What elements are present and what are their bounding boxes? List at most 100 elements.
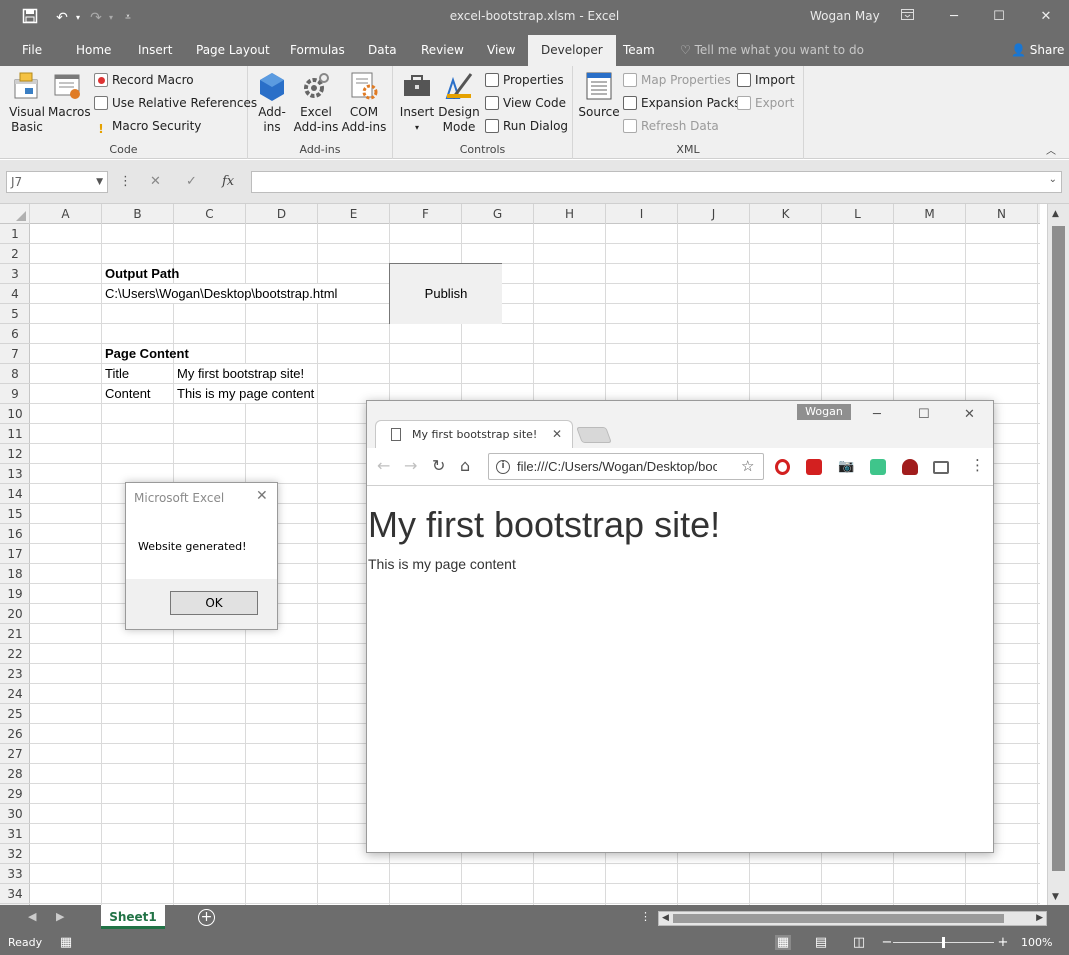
vertical-scroll-thumb[interactable]	[1052, 226, 1065, 871]
com-addins-button[interactable]: COM Add-ins	[340, 70, 388, 135]
chair-extension-icon[interactable]	[902, 459, 918, 475]
macro-recording-icon[interactable]: ▦	[58, 935, 74, 950]
column-header-b[interactable]: B	[102, 204, 174, 224]
zoom-in-icon[interactable]: +	[995, 935, 1011, 950]
zoom-level[interactable]: 100%	[1021, 936, 1052, 949]
forward-icon[interactable]: →	[404, 456, 417, 475]
row-header-32[interactable]: 32	[0, 844, 30, 864]
row-header-27[interactable]: 27	[0, 744, 30, 764]
column-header-l[interactable]: L	[822, 204, 894, 224]
scroll-down-icon[interactable]: ▼	[1052, 892, 1059, 902]
page-break-view-icon[interactable]: ◫	[851, 935, 867, 950]
enter-icon[interactable]: ✓	[186, 171, 197, 193]
sheet-tab-sheet1[interactable]: Sheet1	[101, 905, 165, 929]
back-icon[interactable]: ←	[377, 456, 390, 475]
vertical-scrollbar[interactable]: ▲ ▼	[1047, 204, 1069, 905]
row-header-23[interactable]: 23	[0, 664, 30, 684]
addins-button[interactable]: Add-ins	[254, 70, 290, 135]
reload-icon[interactable]: ↻	[432, 456, 445, 475]
refresh-data-button[interactable]: Refresh Data	[623, 116, 719, 136]
expand-formula-bar-icon[interactable]: ⌄	[1049, 174, 1057, 185]
tab-home[interactable]: Home	[74, 35, 113, 66]
view-code-button[interactable]: View Code	[485, 93, 566, 113]
tab-file[interactable]: File	[20, 35, 44, 66]
visual-basic-button[interactable]: Visual Basic	[4, 70, 50, 135]
browser-tab[interactable]: My first bootstrap site! ✕	[375, 420, 573, 449]
properties-button[interactable]: Properties	[485, 70, 564, 90]
row-header-25[interactable]: 25	[0, 704, 30, 724]
use-relative-references-button[interactable]: Use Relative References	[94, 93, 257, 113]
expansion-packs-button[interactable]: Expansion Packs	[623, 93, 740, 113]
record-macro-button[interactable]: Record Macro	[94, 70, 194, 90]
browser-maximize-icon[interactable]: ☐	[918, 407, 930, 422]
row-header-28[interactable]: 28	[0, 764, 30, 784]
more-options-icon[interactable]: ⋮	[119, 171, 132, 193]
row-header-19[interactable]: 19	[0, 584, 30, 604]
column-header-d[interactable]: D	[246, 204, 318, 224]
browser-menu-icon[interactable]: ⋮	[970, 456, 985, 474]
row-header-21[interactable]: 21	[0, 624, 30, 644]
row-header-4[interactable]: 4	[0, 284, 30, 304]
bookmark-star-icon[interactable]: ☆	[741, 457, 754, 475]
tab-formulas[interactable]: Formulas	[288, 35, 347, 66]
minimize-icon[interactable]: ─	[940, 4, 968, 30]
horizontal-scroll-thumb[interactable]	[673, 914, 1004, 923]
normal-view-icon[interactable]: ▦	[775, 935, 791, 950]
page-layout-view-icon[interactable]: ▤	[813, 935, 829, 950]
column-header-j[interactable]: J	[678, 204, 750, 224]
row-header-18[interactable]: 18	[0, 564, 30, 584]
green-extension-icon[interactable]	[870, 459, 886, 475]
home-icon[interactable]: ⌂	[460, 456, 470, 475]
cell-c9[interactable]: This is my page content	[174, 384, 314, 404]
scroll-left-icon[interactable]: ◀	[662, 912, 669, 925]
close-icon[interactable]: ✕	[1032, 4, 1060, 30]
row-header-26[interactable]: 26	[0, 724, 30, 744]
row-header-15[interactable]: 15	[0, 504, 30, 524]
row-header-33[interactable]: 33	[0, 864, 30, 884]
browser-minimize-icon[interactable]: ─	[873, 407, 881, 422]
new-sheet-icon[interactable]: +	[198, 909, 215, 926]
cell-b3[interactable]: Output Path	[102, 264, 179, 284]
cancel-icon[interactable]: ✕	[150, 171, 161, 193]
opera-extension-icon[interactable]	[775, 459, 790, 475]
tell-me-search[interactable]: ♡ Tell me what you want to do	[680, 35, 864, 66]
ok-button[interactable]: OK	[170, 591, 258, 615]
collapse-ribbon-icon[interactable]: ︿	[1046, 142, 1056, 157]
tab-view[interactable]: View	[485, 35, 517, 66]
red-extension-icon[interactable]	[806, 459, 822, 475]
row-header-20[interactable]: 20	[0, 604, 30, 624]
tab-data[interactable]: Data	[366, 35, 399, 66]
row-header-10[interactable]: 10	[0, 404, 30, 424]
cast-icon[interactable]	[933, 461, 949, 474]
cell-c8[interactable]: My first bootstrap site!	[174, 364, 304, 384]
account-name[interactable]: Wogan May	[810, 9, 880, 23]
row-header-3[interactable]: 3	[0, 264, 30, 284]
name-box[interactable]: J7 ▼	[6, 171, 108, 193]
row-header-34[interactable]: 34	[0, 884, 30, 904]
tab-split-handle-icon[interactable]: ⋮	[640, 910, 651, 923]
row-header-2[interactable]: 2	[0, 244, 30, 264]
row-header-7[interactable]: 7	[0, 344, 30, 364]
column-header-a[interactable]: A	[30, 204, 102, 224]
cell-b8[interactable]: Title	[102, 364, 129, 384]
column-header-g[interactable]: G	[462, 204, 534, 224]
cell-b4[interactable]: C:\Users\Wogan\Desktop\bootstrap.html	[102, 284, 337, 304]
tab-team[interactable]: Team	[621, 35, 657, 66]
tab-page-layout[interactable]: Page Layout	[194, 35, 272, 66]
horizontal-scrollbar[interactable]: ◀ ▶	[658, 911, 1047, 926]
row-header-30[interactable]: 30	[0, 804, 30, 824]
row-header-8[interactable]: 8	[0, 364, 30, 384]
formula-input[interactable]: ⌄	[251, 171, 1062, 193]
zoom-slider-thumb[interactable]	[942, 937, 945, 948]
column-header-h[interactable]: H	[534, 204, 606, 224]
share-button[interactable]: 👤 Share	[1011, 35, 1064, 66]
run-dialog-button[interactable]: Run Dialog	[485, 116, 568, 136]
row-header-12[interactable]: 12	[0, 444, 30, 464]
import-button[interactable]: Import	[737, 70, 795, 90]
export-button[interactable]: Export	[737, 93, 794, 113]
cell-b9[interactable]: Content	[102, 384, 151, 404]
row-header-13[interactable]: 13	[0, 464, 30, 484]
row-header-17[interactable]: 17	[0, 544, 30, 564]
row-header-29[interactable]: 29	[0, 784, 30, 804]
design-mode-button[interactable]: Design Mode	[437, 70, 481, 135]
